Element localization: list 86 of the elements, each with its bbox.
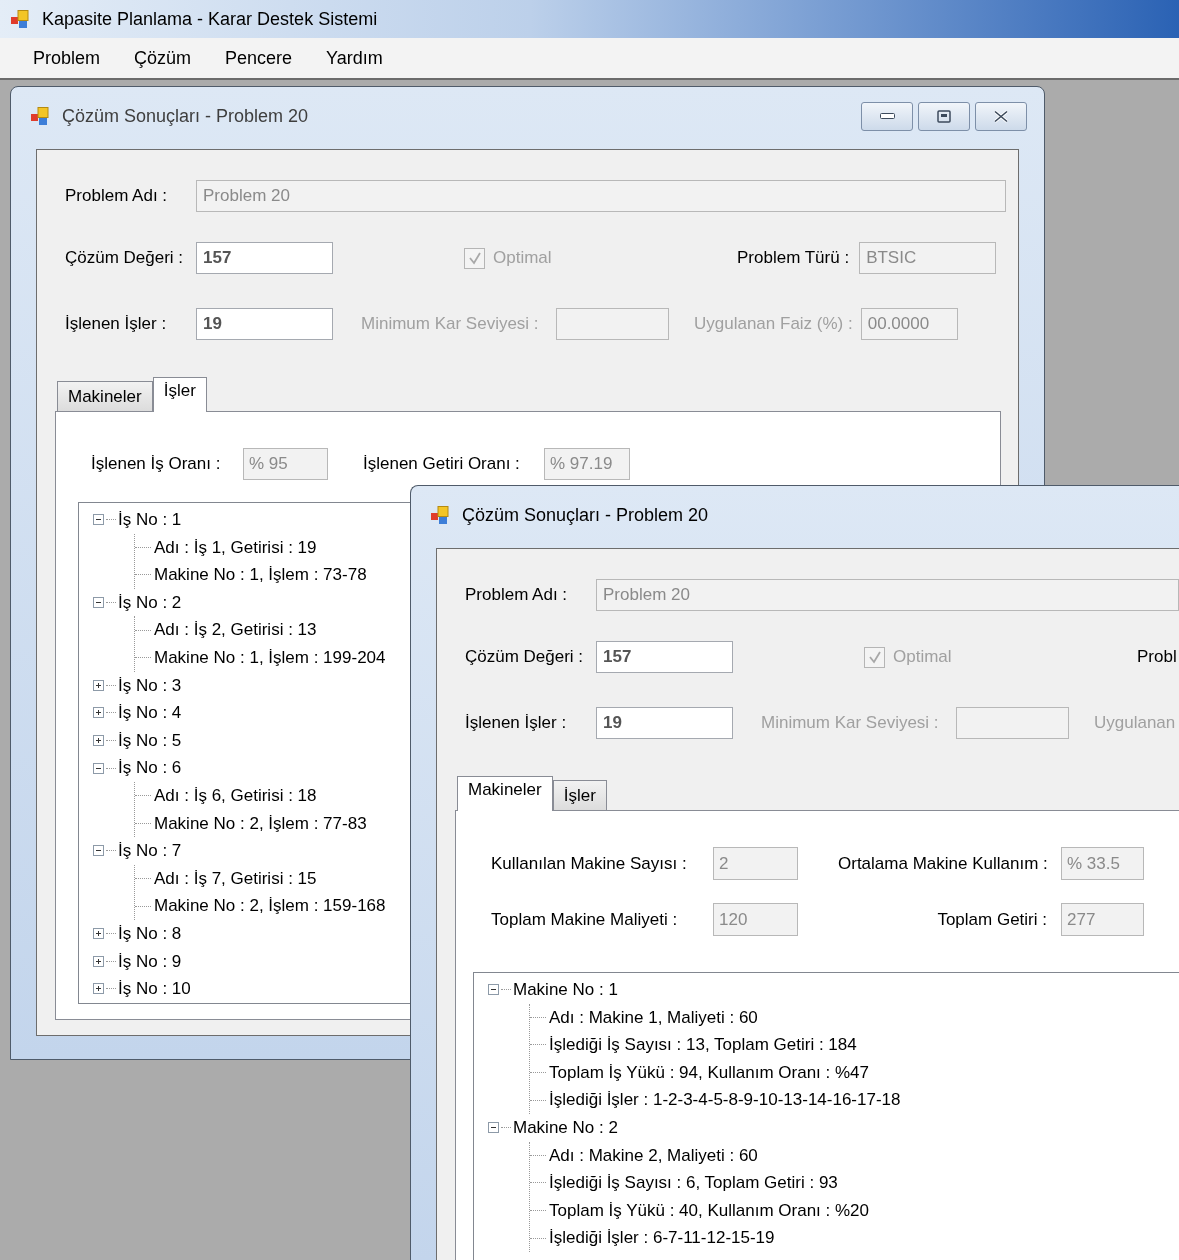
text-field[interactable]: 157 [196,242,333,274]
menu-item[interactable]: Pencere [212,40,306,76]
tree-node[interactable]: İş No : 3 [118,672,182,699]
tree-node[interactable]: İş No : 4 [118,700,182,726]
tab[interactable]: Makineler [457,776,553,811]
tree-node[interactable]: İşlediği İş Sayısı : 6, Toplam Getiri : 93 [549,1170,838,1196]
tree-node[interactable]: Makine No : 1, İşlem : 199-204 [154,645,386,671]
tree-node[interactable]: Makine No : 1, İşlem : 73-78 [154,562,367,588]
field-label: Toplam Makine Maliyeti : [491,908,679,931]
collapse-icon[interactable] [93,845,104,857]
checkbox-label: Optimal [493,247,552,270]
tree-node[interactable]: İş No : 7 [118,838,182,864]
app-title: Kapasite Planlama - Karar Destek Sistemi [42,7,378,31]
field-label: İşlenen Getiri Oranı : [363,453,521,476]
app-icon [30,106,50,126]
app-icon [430,505,450,525]
field-label: Ortalama Makine Kullanım : [838,852,1049,875]
tree-node[interactable]: Adı : İş 6, Getirisi : 18 [154,783,317,809]
tree-node[interactable]: İş No : 9 [118,948,182,975]
tree-node[interactable]: Toplam İş Yükü : 40, Kullanım Oranı : %20 [549,1197,869,1224]
field-label: İşlenen İşler : [65,313,168,336]
check-icon [867,650,882,664]
minimize-icon [879,113,895,119]
expand-icon[interactable] [93,983,104,995]
tab[interactable]: İşler [152,377,207,412]
restore-icon [937,109,951,123]
tree-node[interactable]: Makine No : 1 [513,977,618,1003]
check-icon [467,251,482,265]
tree-node[interactable]: İş No : 6 [118,755,182,781]
close-icon [993,109,1009,123]
minimize-button[interactable] [861,101,913,131]
tree-node[interactable]: Adı : Makine 1, Maliyeti : 60 [549,1004,758,1031]
collapse-icon[interactable] [93,762,104,774]
tree-node[interactable]: İş No : 8 [118,920,182,947]
tree-node[interactable]: İşlediği İş Sayısı : 13, Toplam Getiri : 184 [549,1032,857,1058]
expand-icon[interactable] [93,735,104,747]
field-label: İşlenen İşler : [465,712,568,735]
tree-node[interactable]: Adı : İş 1, Getirisi : 19 [154,534,317,561]
tree-node[interactable]: Adı : İş 7, Getirisi : 15 [154,865,317,892]
field-label: Minimum Kar Seviyesi : [361,313,540,336]
field-label: Çözüm Değeri : [465,646,585,669]
tab[interactable]: İşler [552,780,607,810]
window-title: Çözüm Sonuçları - Problem 20 [62,104,309,128]
field-label: İşlenen İş Oranı : [91,453,222,476]
field-label: Toplam Getiri : [936,908,1048,931]
field-label: Çözüm Değeri : [65,247,185,270]
field-label: Problem Türü : [737,247,850,270]
collapse-icon[interactable] [488,984,499,996]
menu-item[interactable]: Yardım [313,40,396,76]
tree-node[interactable]: İş No : 10 [118,976,191,1002]
text-field[interactable]: 19 [596,707,733,739]
field-label: Uygulanan [1094,712,1176,735]
tree-node[interactable]: Adı : Makine 2, Maliyeti : 60 [549,1142,758,1169]
expand-icon[interactable] [93,955,104,967]
tab[interactable]: Makineler [57,381,153,411]
tree-node[interactable]: Makine No : 2, İşlem : 77-83 [154,810,367,837]
window-title: Çözüm Sonuçları - Problem 20 [462,503,709,527]
expand-icon[interactable] [93,928,104,940]
tree-node[interactable]: İş No : 5 [118,727,182,754]
menu-item[interactable]: Problem [20,40,114,76]
collapse-icon[interactable] [93,597,104,609]
tree-node[interactable]: Adı : İş 2, Getirisi : 13 [154,617,317,643]
text-field[interactable]: 19 [196,308,333,340]
restore-button[interactable] [918,101,970,131]
field-label: Minimum Kar Seviyesi : [761,712,940,735]
menu-item[interactable]: Çözüm [121,40,205,76]
checkbox-label: Optimal [893,646,952,669]
close-button[interactable] [975,101,1027,131]
field-label: Problem Adı : [65,185,169,208]
tree-node[interactable]: Makine No : 2 [513,1115,618,1141]
text-field[interactable]: 157 [596,641,733,673]
expand-icon[interactable] [93,707,104,719]
tree-node[interactable]: Makine No : 2, İşlem : 159-168 [154,893,386,919]
field-label: Kullanılan Makine Sayısı : [491,852,688,875]
field-label: Problem Adı : [465,584,569,607]
tree-node[interactable]: İş No : 2 [118,589,182,616]
tree-node[interactable]: İşlediği İşler : 1-2-3-4-5-8-9-10-13-14-16-17-18 [549,1087,901,1113]
app-icon [10,9,30,29]
field-label: Uygulanan Faiz (%) : [694,313,853,336]
tree-node[interactable]: İş No : 1 [118,507,182,533]
collapse-icon[interactable] [488,1122,499,1134]
collapse-icon[interactable] [93,514,104,526]
expand-icon[interactable] [93,679,104,691]
tree-node[interactable]: İşlediği İşler : 6-7-11-12-15-19 [549,1225,775,1251]
tree-node[interactable]: Toplam İş Yükü : 94, Kullanım Oranı : %47 [549,1059,869,1086]
field-label: Probl [1137,646,1177,669]
